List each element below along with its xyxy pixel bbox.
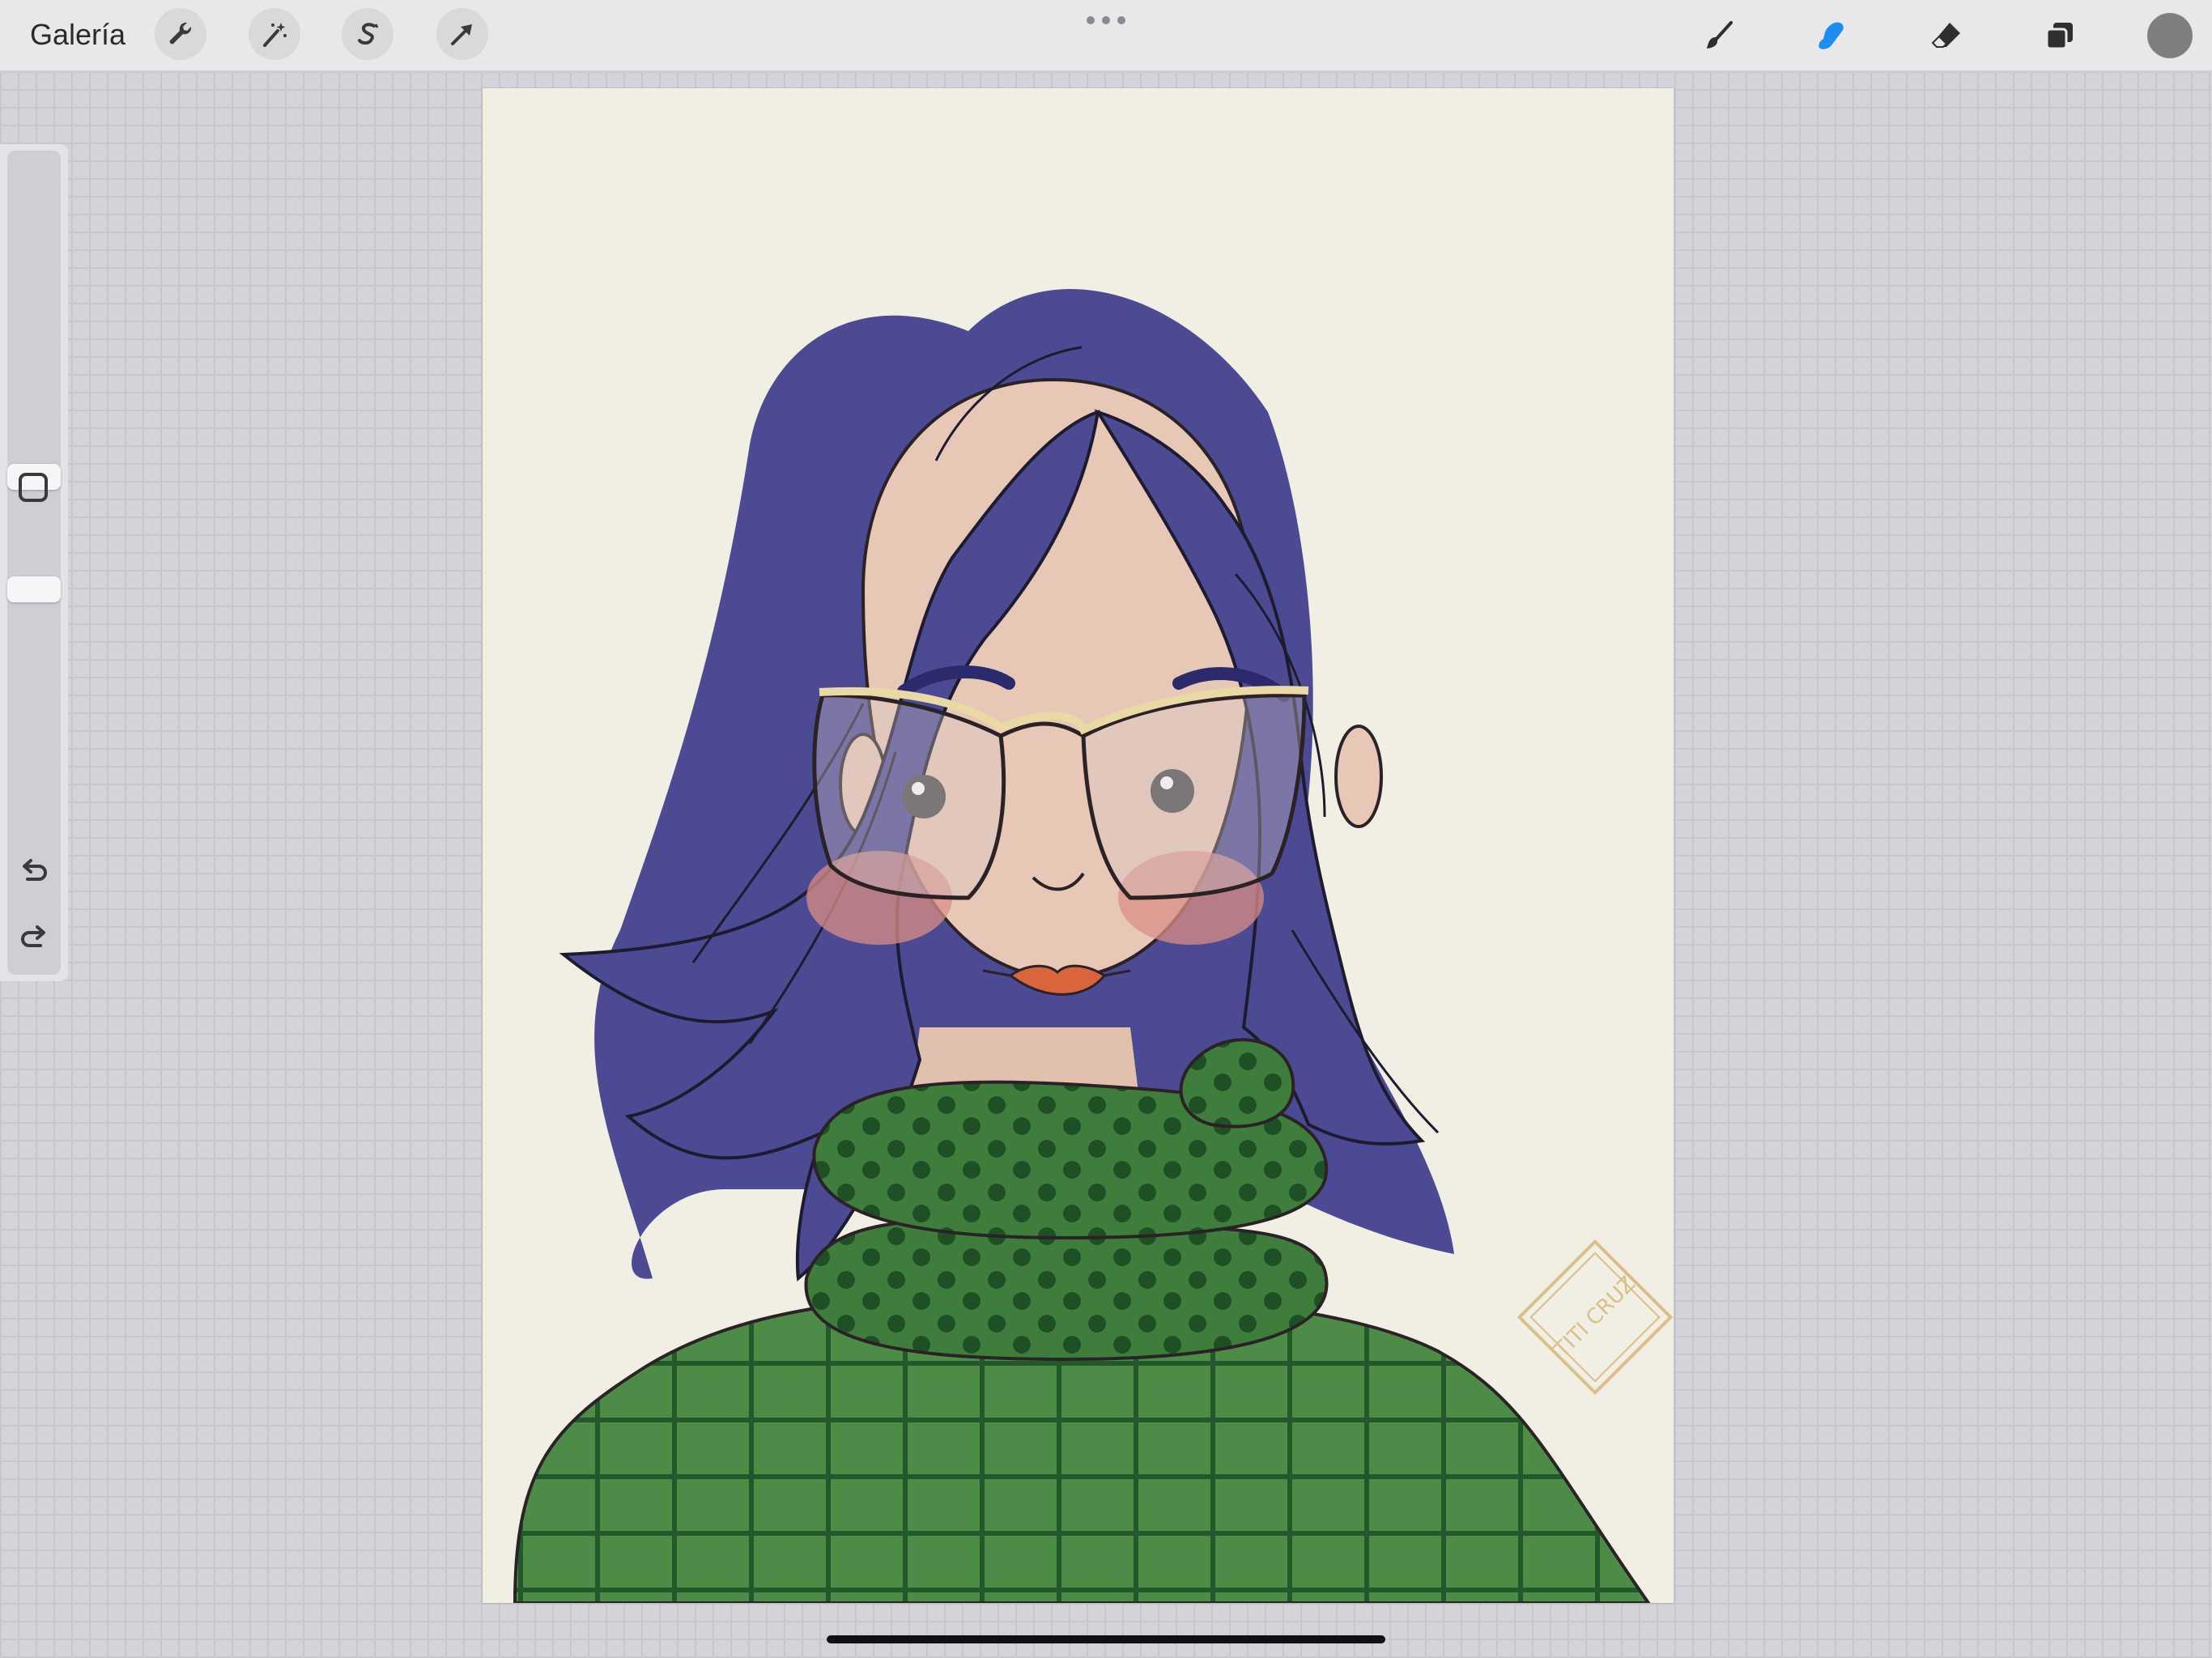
more-dots-icon[interactable] bbox=[1087, 8, 1125, 32]
paint-tool-button[interactable] bbox=[1694, 11, 1742, 60]
layers-button[interactable] bbox=[2035, 11, 2084, 60]
transform-button[interactable] bbox=[436, 8, 488, 60]
eraser-icon bbox=[1931, 23, 1960, 48]
signature-stamp: TITI CRUZ bbox=[1516, 1239, 1674, 1396]
top-toolbar: Galería bbox=[0, 0, 2212, 72]
wrench-icon bbox=[169, 22, 192, 45]
artwork-illustration: TITI CRUZ bbox=[513, 288, 1674, 1605]
magic-wand-icon bbox=[263, 23, 287, 47]
redo-icon[interactable] bbox=[16, 920, 52, 955]
arrow-cursor-icon bbox=[451, 24, 472, 45]
left-sidebar bbox=[0, 144, 68, 981]
opacity-slider[interactable] bbox=[7, 557, 61, 975]
scarf-lower bbox=[804, 1217, 1329, 1362]
smudge-tool-button[interactable] bbox=[1807, 11, 1856, 60]
square-outline-icon[interactable] bbox=[19, 473, 48, 502]
layers-icon bbox=[2045, 23, 2073, 50]
color-picker-button[interactable] bbox=[2147, 13, 2193, 58]
undo-icon[interactable] bbox=[16, 853, 52, 889]
adjustments-button[interactable] bbox=[249, 8, 300, 60]
actions-button[interactable] bbox=[155, 8, 206, 60]
right-ear bbox=[1334, 725, 1383, 828]
smudge-finger-icon bbox=[1819, 22, 1844, 49]
selection-button[interactable] bbox=[342, 8, 393, 60]
home-indicator bbox=[827, 1635, 1385, 1643]
selection-s-icon bbox=[358, 23, 379, 45]
drawing-canvas[interactable]: TITI CRUZ bbox=[483, 88, 1674, 1605]
brush-icon bbox=[1707, 21, 1733, 49]
opacity-slider-thumb[interactable] bbox=[7, 576, 61, 603]
brush-size-slider[interactable] bbox=[7, 151, 61, 568]
erase-tool-button[interactable] bbox=[1922, 11, 1971, 60]
gallery-button[interactable]: Galería bbox=[30, 16, 125, 53]
